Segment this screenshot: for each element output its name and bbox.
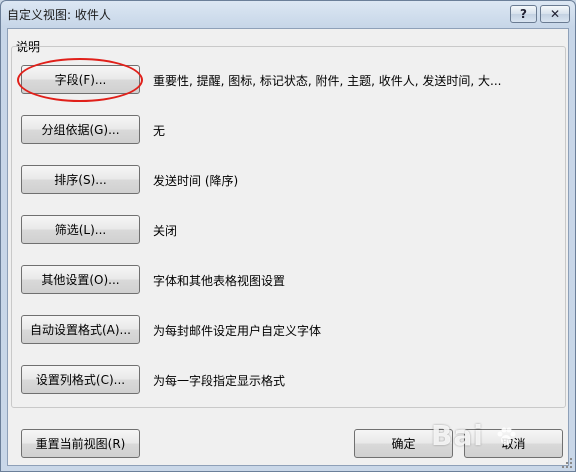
fields-description: 重要性, 提醒, 图标, 标记状态, 附件, 主题, 收件人, 发送时间, 大.… [153, 74, 502, 88]
sort-button-label: 排序(S)... [54, 173, 107, 187]
title-bar[interactable]: 自定义视图: 收件人 ? ✕ [1, 1, 575, 27]
filter-description: 关闭 [153, 224, 178, 238]
other-settings-button-label: 其他设置(O)... [41, 273, 120, 287]
dialog-title: 自定义视图: 收件人 [7, 8, 111, 22]
dialog-body: 说明 字段(F)... 重要性, 提醒, 图标, 标记状态, 附件, 主题, 收… [7, 28, 569, 466]
conditional-formatting-button[interactable]: 自动设置格式(A)... [21, 315, 140, 344]
filter-button-label: 筛选(L)... [54, 223, 107, 237]
filter-button[interactable]: 筛选(L)... [21, 215, 140, 244]
ok-button[interactable]: 确定 [354, 429, 453, 458]
other-settings-button[interactable]: 其他设置(O)... [21, 265, 140, 294]
cancel-button[interactable]: 取消 [464, 429, 563, 458]
cancel-button-label: 取消 [501, 437, 526, 451]
resize-grip-icon[interactable] [561, 457, 573, 469]
other-settings-description: 字体和其他表格视图设置 [153, 274, 286, 288]
help-button[interactable]: ? [510, 5, 537, 23]
fields-button-label: 字段(F)... [54, 73, 107, 87]
sort-button[interactable]: 排序(S)... [21, 165, 140, 194]
close-button[interactable]: ✕ [540, 5, 570, 23]
group-by-button[interactable]: 分组依据(G)... [21, 115, 140, 144]
conditional-formatting-description: 为每封邮件设定用户自定义字体 [153, 324, 322, 338]
conditional-formatting-button-label: 自动设置格式(A)... [29, 323, 132, 337]
reset-button-label: 重置当前视图(R) [35, 437, 126, 451]
fields-button[interactable]: 字段(F)... [21, 65, 140, 94]
format-columns-button[interactable]: 设置列格式(C)... [21, 365, 140, 394]
custom-view-dialog: 自定义视图: 收件人 ? ✕ 说明 字段(F)... 重要性, 提醒, 图标, … [0, 0, 576, 472]
ok-button-label: 确定 [391, 437, 416, 451]
format-columns-description: 为每一字段指定显示格式 [153, 374, 286, 388]
reset-current-view-button[interactable]: 重置当前视图(R) [21, 429, 140, 458]
format-columns-button-label: 设置列格式(C)... [35, 373, 126, 387]
help-icon: ? [520, 7, 527, 21]
sort-description: 发送时间 (降序) [153, 174, 239, 188]
close-icon: ✕ [549, 7, 561, 21]
group-by-button-label: 分组依据(G)... [41, 123, 120, 137]
group-by-description: 无 [153, 124, 166, 138]
